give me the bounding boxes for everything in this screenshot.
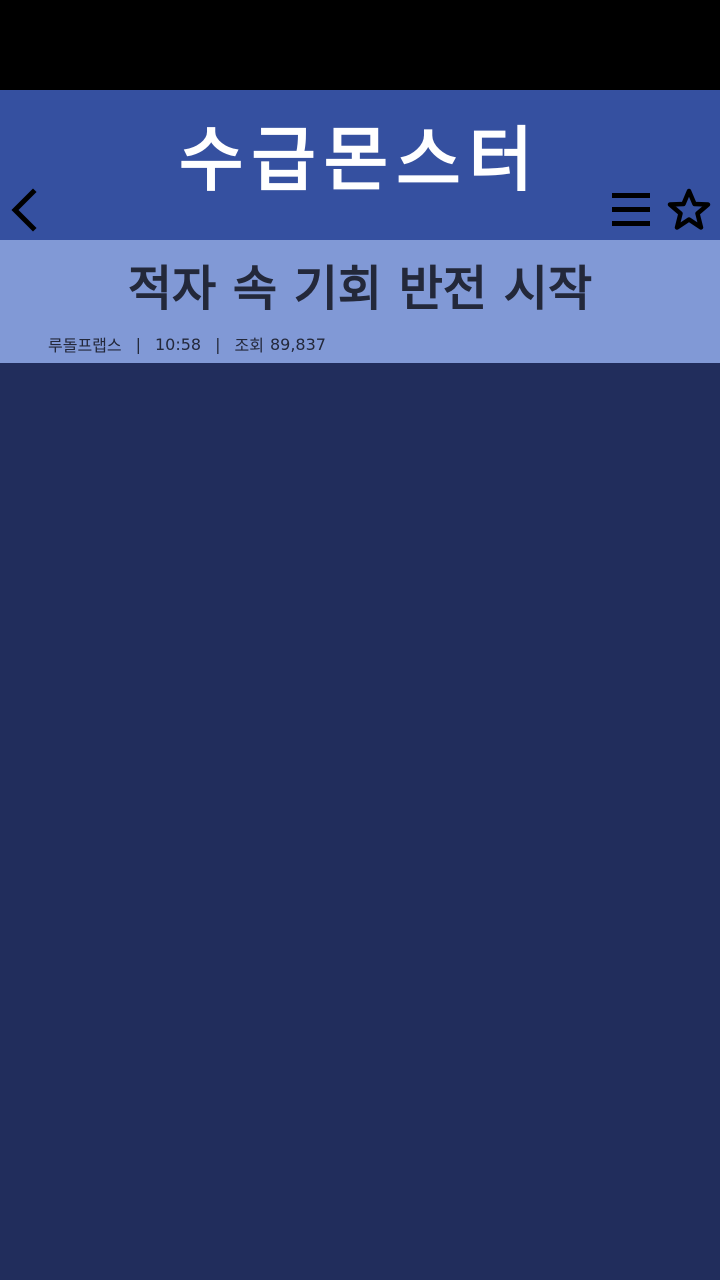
article-content [0,363,720,1280]
chevron-left-icon [11,188,37,232]
article-time: 10:58 [155,334,202,354]
meta-separator: | [135,334,141,354]
article-meta: 루돌프랩스 | 10:58 | 조회 89,837 [48,332,326,356]
article-header: 적자 속 기회 반전 시작 루돌프랩스 | 10:58 | 조회 89,837 [0,240,720,363]
meta-separator: | [215,334,221,354]
star-outline-icon [667,188,711,230]
app-header: 수급몬스터 [0,90,720,240]
article-author: 루돌프랩스 [48,336,122,355]
article-title: 적자 속 기회 반전 시작 [127,261,593,317]
views-label: 조회 [234,336,264,355]
hamburger-menu-icon [612,193,650,226]
menu-button[interactable] [608,188,654,232]
status-bar [0,0,720,90]
back-button[interactable] [6,185,42,235]
views-count: 89,837 [269,334,326,354]
favorite-button[interactable] [666,187,712,233]
